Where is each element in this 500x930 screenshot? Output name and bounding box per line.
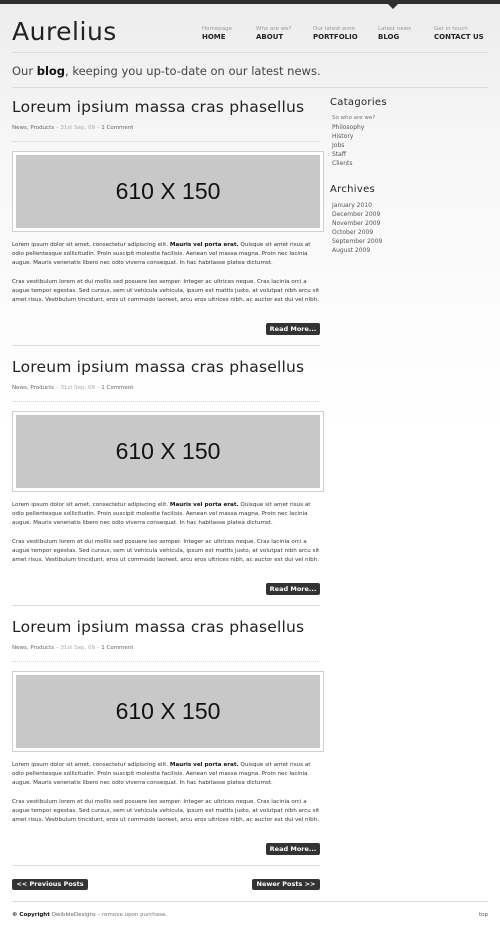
main-nav: Homepage HOME Who are we? ABOUT Our late… (0, 26, 500, 46)
footer-divider (12, 901, 488, 902)
post-meta: News, Products – 31st Sep, 09 – 1 Commen… (12, 385, 134, 391)
post-meta: News, Products – 31st Sep, 09 – 1 Commen… (12, 125, 134, 131)
nav-label: HOME (202, 33, 226, 41)
newer-posts-button[interactable]: Newer Posts >> (252, 879, 320, 890)
category-item[interactable]: Clients (330, 159, 488, 168)
nav-subtitle: Who are we? (256, 26, 292, 32)
nav-subtitle: Our latest work (313, 26, 356, 32)
image-placeholder: 610 X 150 (16, 415, 320, 488)
post-comments-link[interactable]: 1 Comment (101, 125, 133, 131)
post-divider (12, 605, 320, 606)
sidebar: Catagories So who are we? Philosophy His… (330, 97, 488, 271)
post-comments-link[interactable]: 1 Comment (101, 645, 133, 651)
image-placeholder: 610 X 150 (16, 675, 320, 748)
previous-posts-button[interactable]: << Previous Posts (12, 879, 88, 890)
read-more-button[interactable]: Read More... (266, 843, 320, 855)
category-item[interactable]: Staff (330, 150, 488, 159)
nav-label: CONTACT US (434, 33, 484, 41)
post-title[interactable]: Loreum ipsium massa cras phasellus (12, 358, 304, 376)
top-bar (0, 0, 500, 4)
post-title[interactable]: Loreum ipsium massa cras phasellus (12, 98, 304, 116)
nav-subtitle: Homepage (202, 26, 232, 32)
post-image: 610 X 150 (12, 411, 324, 492)
meta-divider (12, 141, 320, 142)
post-categories-link[interactable]: News, Products (12, 385, 54, 391)
post-excerpt: Lorem ipsum dolor sit amet, consectetur … (12, 502, 311, 526)
nav-label: ABOUT (256, 33, 284, 41)
nav-item-about[interactable]: Who are we? ABOUT (256, 26, 291, 42)
archive-item[interactable]: August 2009 (330, 246, 488, 255)
archives-list: January 2010 December 2009 November 2009… (330, 201, 488, 255)
post-image: 610 X 150 (12, 671, 324, 752)
post-excerpt: Cras vestibulum lorem et dui mollis sed … (12, 279, 320, 303)
post-date: 31st Sep, 09 (60, 385, 95, 391)
post-comments-link[interactable]: 1 Comment (101, 385, 133, 391)
post-title[interactable]: Loreum ipsium massa cras phasellus (12, 618, 304, 636)
category-item[interactable]: So who are we? (330, 114, 488, 123)
post-date: 31st Sep, 09 (60, 645, 95, 651)
archive-item[interactable]: September 2009 (330, 237, 488, 246)
nav-subtitle: Get in touch (434, 26, 468, 32)
nav-item-portfolio[interactable]: Our latest work PORTFOLIO (313, 26, 358, 42)
categories-heading: Catagories (330, 97, 387, 108)
nav-item-blog[interactable]: Latest news BLOG (378, 26, 411, 42)
footer-copyright: © Copyright QwibbleDesigns – remove upon… (12, 912, 168, 918)
post-date: 31st Sep, 09 (60, 125, 95, 131)
image-placeholder: 610 X 150 (16, 155, 320, 228)
post-image: 610 X 150 (12, 151, 324, 232)
archive-item[interactable]: January 2010 (330, 201, 488, 210)
nav-subtitle: Latest news (378, 26, 411, 32)
post-divider (12, 345, 320, 346)
read-more-button[interactable]: Read More... (266, 583, 320, 595)
post-excerpt: Cras vestibulum lorem et dui mollis sed … (12, 539, 320, 563)
nav-label: PORTFOLIO (313, 33, 358, 41)
nav-item-home[interactable]: Homepage HOME (202, 26, 232, 42)
meta-divider (12, 661, 320, 662)
nav-label: BLOG (378, 33, 400, 41)
post-excerpt: Lorem ipsum dolor sit amet, consectetur … (12, 242, 311, 266)
post-categories-link[interactable]: News, Products (12, 645, 54, 651)
meta-divider (12, 401, 320, 402)
nav-item-contact[interactable]: Get in touch CONTACT US (434, 26, 484, 42)
header-divider (12, 52, 488, 53)
post-meta: News, Products – 31st Sep, 09 – 1 Commen… (12, 645, 134, 651)
active-nav-indicator (388, 4, 398, 9)
post-excerpt: Cras vestibulum lorem et dui mollis sed … (12, 799, 320, 823)
post-excerpt: Lorem ipsum dolor sit amet, consectetur … (12, 762, 311, 786)
post-divider (12, 865, 320, 866)
category-item[interactable]: History (330, 132, 488, 141)
page-tagline: Our blog, keeping you up-to-date on our … (12, 64, 321, 78)
post-categories-link[interactable]: News, Products (12, 125, 54, 131)
footer-brand-link[interactable]: QwibbleDesigns (52, 912, 96, 918)
archive-item[interactable]: October 2009 (330, 228, 488, 237)
tagline-divider (12, 87, 488, 88)
category-item[interactable]: Philosophy (330, 123, 488, 132)
archive-item[interactable]: November 2009 (330, 219, 488, 228)
back-to-top-link[interactable]: top (479, 912, 488, 918)
archives-heading: Archives (330, 184, 376, 195)
category-item[interactable]: Jobs (330, 141, 488, 150)
categories-list: So who are we? Philosophy History Jobs S… (330, 114, 488, 168)
archive-item[interactable]: December 2009 (330, 210, 488, 219)
read-more-button[interactable]: Read More... (266, 323, 320, 335)
